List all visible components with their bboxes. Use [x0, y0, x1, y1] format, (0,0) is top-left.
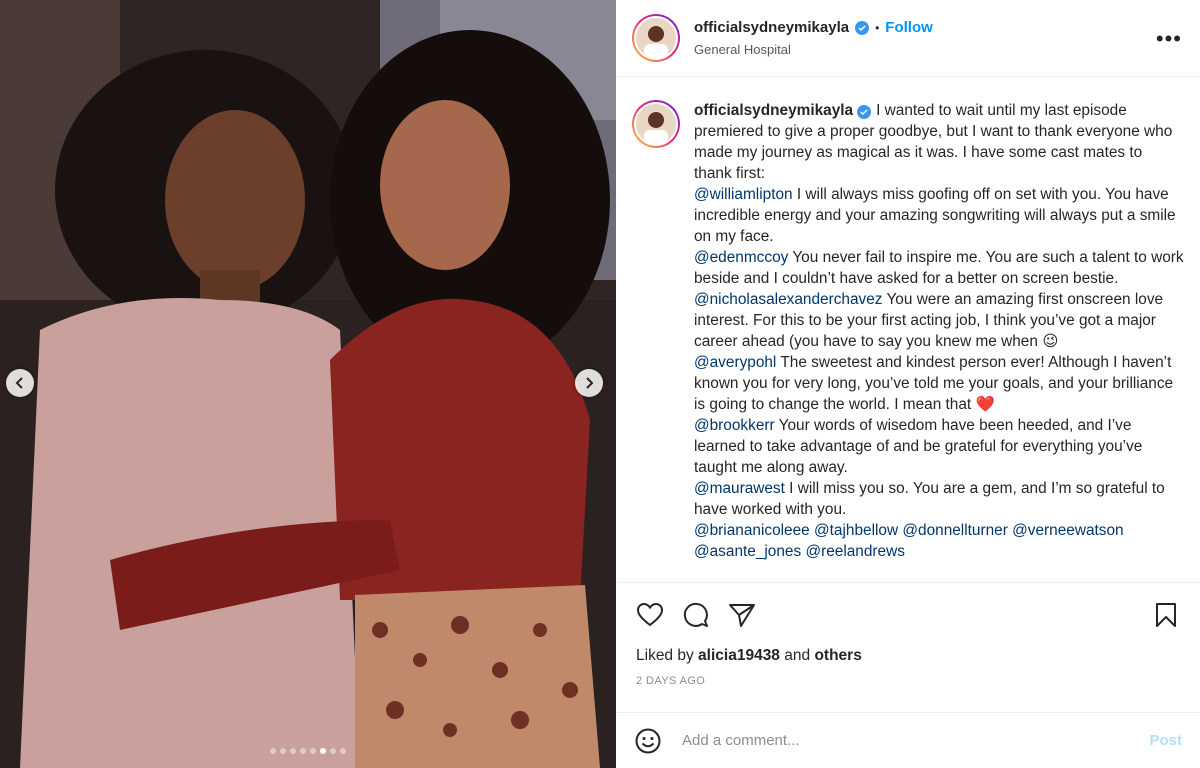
separator: •: [875, 20, 880, 35]
carousel-dot: [270, 748, 276, 754]
previous-slide-button[interactable]: [6, 369, 34, 397]
chevron-left-icon: [15, 377, 23, 389]
caption-item: @brookkerr Your words of wisedom have be…: [694, 415, 1184, 478]
save-button[interactable]: [1152, 601, 1180, 629]
next-slide-button[interactable]: [575, 369, 603, 397]
post-timestamp[interactable]: 2 DAYS AGO: [616, 665, 1200, 687]
mention-link[interactable]: @averypohl: [694, 354, 776, 371]
add-comment-bar: Post: [616, 712, 1200, 768]
like-button[interactable]: [636, 601, 664, 629]
post-panel: officialsydneymikayla • Follow General H…: [616, 0, 1200, 768]
likes-summary: Liked by alicia19438 and others: [616, 633, 1200, 665]
caption-area[interactable]: officialsydneymikayla I wanted to wait un…: [616, 78, 1200, 581]
carousel-dot: [320, 748, 326, 754]
verified-badge-icon: [857, 105, 872, 119]
mention-link[interactable]: @edenmccoy: [694, 249, 788, 266]
avatar[interactable]: [632, 14, 680, 62]
bookmark-icon: [1156, 603, 1176, 627]
post-photo: [0, 0, 616, 768]
emoji-button[interactable]: [634, 727, 662, 755]
more-options-button[interactable]: •••: [1156, 26, 1182, 52]
verified-badge-icon: [855, 20, 870, 35]
liked-by-user[interactable]: alicia19438: [698, 647, 780, 664]
location-link[interactable]: General Hospital: [694, 42, 933, 57]
caption-tags-cut: @asante_jones @reelandrews: [694, 543, 905, 560]
username-link[interactable]: officialsydneymikayla: [694, 19, 849, 36]
caption-item: @nicholasalexanderchavez You were an ama…: [694, 289, 1184, 352]
caption-username[interactable]: officialsydneymikayla: [694, 102, 853, 119]
smiley-icon: [635, 728, 661, 753]
post-comment-button[interactable]: Post: [1149, 732, 1182, 749]
mention-link[interactable]: @williamlipton: [694, 186, 793, 203]
mention-link[interactable]: @brookkerr: [694, 417, 775, 434]
mention-link[interactable]: @maurawest: [694, 480, 785, 497]
carousel-dot: [330, 748, 336, 754]
post-media[interactable]: [0, 0, 616, 768]
liked-by-others[interactable]: others: [814, 647, 861, 664]
chevron-right-icon: [586, 377, 594, 389]
carousel-dot: [290, 748, 296, 754]
mention-link[interactable]: @verneewatson: [1012, 522, 1123, 539]
comment-icon: [683, 602, 708, 627]
carousel-dot: [340, 748, 346, 754]
send-icon: [729, 604, 755, 627]
comment-input[interactable]: [682, 732, 1150, 749]
follow-button[interactable]: Follow: [885, 19, 933, 36]
liked-by-and: and: [784, 647, 811, 664]
caption-item: @averypohl The sweetest and kindest pers…: [694, 352, 1184, 415]
heart-icon: [637, 603, 663, 627]
caption-item: @edenmccoy You never fail to inspire me.…: [694, 247, 1184, 289]
mention-link[interactable]: @donnellturner: [902, 522, 1007, 539]
mention-link[interactable]: @briananicoleee: [694, 522, 810, 539]
mention-link[interactable]: @tajhbellow: [814, 522, 898, 539]
caption-item: @maurawest I will miss you so. You are a…: [694, 478, 1184, 520]
post-header: officialsydneymikayla • Follow General H…: [616, 0, 1200, 77]
carousel-dot: [280, 748, 286, 754]
liked-by-prefix: Liked by: [636, 647, 694, 664]
caption-item: @williamlipton I will always miss goofin…: [694, 184, 1184, 247]
carousel-dot: [300, 748, 306, 754]
carousel-dot: [310, 748, 316, 754]
carousel-indicator: [0, 748, 616, 754]
post-actions-section: Liked by alicia19438 and others 2 DAYS A…: [616, 582, 1200, 712]
caption-avatar[interactable]: [632, 100, 680, 148]
actions-bar: [616, 583, 1200, 633]
mention-link[interactable]: @nicholasalexanderchavez: [694, 291, 882, 308]
share-button[interactable]: [728, 601, 756, 629]
comment-button[interactable]: [682, 601, 710, 629]
caption-tags-line: @briananicoleee @tajhbellow @donnellturn…: [694, 520, 1184, 541]
caption-text: officialsydneymikayla I wanted to wait un…: [694, 100, 1184, 562]
